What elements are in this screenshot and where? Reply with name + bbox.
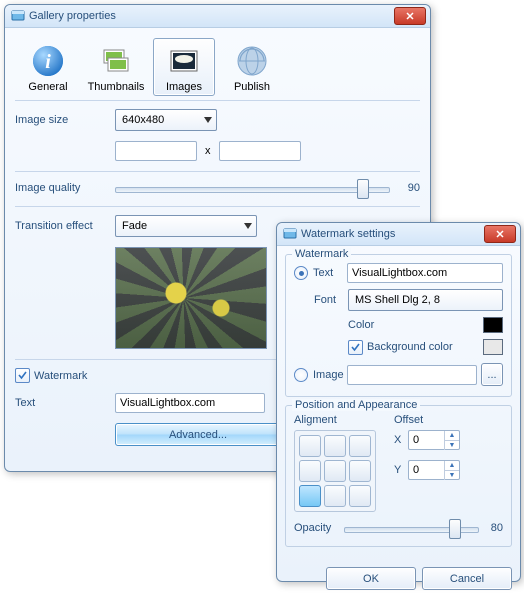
group-title: Position and Appearance xyxy=(292,399,420,411)
bgcolor-checkbox[interactable] xyxy=(348,340,363,355)
app-icon xyxy=(11,9,25,23)
watermark-settings-window: Watermark settings Watermark Text Visual… xyxy=(276,222,521,582)
text-radio[interactable] xyxy=(294,266,308,280)
close-button[interactable] xyxy=(484,225,516,243)
tab-thumbnails[interactable]: Thumbnails xyxy=(85,38,147,96)
tab-images[interactable]: Images xyxy=(153,38,215,96)
color-swatch[interactable] xyxy=(483,317,503,333)
x-label: X xyxy=(394,434,408,446)
text-radio-label: Text xyxy=(313,267,347,279)
input-value: 0 xyxy=(409,434,444,446)
transition-label: Transition effect xyxy=(15,220,115,232)
app-icon xyxy=(283,227,297,241)
watermark-text-input[interactable]: VisualLightbox.com xyxy=(115,393,265,413)
align-bl[interactable] xyxy=(299,485,321,507)
offset-label: Offset xyxy=(394,414,423,426)
offset-x-input[interactable]: 0 ▲▼ xyxy=(408,430,460,450)
align-br[interactable] xyxy=(349,485,371,507)
images-icon xyxy=(166,43,202,79)
input-value: 0 xyxy=(409,464,444,476)
opacity-slider[interactable] xyxy=(344,520,479,536)
spin-up-icon[interactable]: ▲ xyxy=(445,461,459,471)
window-title: Watermark settings xyxy=(301,228,395,240)
titlebar[interactable]: Gallery properties xyxy=(5,5,430,28)
image-radio[interactable] xyxy=(294,368,308,382)
bgcolor-label: Background color xyxy=(367,341,483,353)
position-group: Position and Appearance Aligment Offset xyxy=(285,405,512,547)
browse-button[interactable]: ... xyxy=(481,363,503,386)
align-mc[interactable] xyxy=(324,460,346,482)
advanced-button[interactable]: Advanced... xyxy=(115,423,281,446)
font-label: Font xyxy=(314,294,348,306)
info-icon: i xyxy=(30,43,66,79)
tab-label: Thumbnails xyxy=(88,81,145,93)
transition-preview xyxy=(115,247,267,349)
tab-strip: i General Thumbnails Images Pu xyxy=(15,34,420,96)
watermark-label: Watermark xyxy=(34,370,87,382)
opacity-label: Opacity xyxy=(294,522,344,534)
tab-publish[interactable]: Publish xyxy=(221,38,283,96)
watermark-group: Watermark Text VisualLightbox.com Font M… xyxy=(285,254,512,397)
input-value: VisualLightbox.com xyxy=(352,267,447,279)
tab-label: Publish xyxy=(234,81,270,93)
publish-icon xyxy=(234,43,270,79)
combo-value: MS Shell Dlg 2, 8 xyxy=(355,294,440,306)
width-input[interactable] xyxy=(115,141,197,161)
opacity-value: 80 xyxy=(479,522,503,534)
image-size-combo[interactable]: 640x480 xyxy=(115,109,217,131)
thumbnails-icon xyxy=(98,43,134,79)
svg-text:i: i xyxy=(45,51,51,73)
spin-up-icon[interactable]: ▲ xyxy=(445,431,459,441)
offset-y-input[interactable]: 0 ▲▼ xyxy=(408,460,460,480)
align-ml[interactable] xyxy=(299,460,321,482)
watermark-checkbox[interactable] xyxy=(15,368,30,383)
ok-button[interactable]: OK xyxy=(326,567,416,590)
height-input[interactable] xyxy=(219,141,301,161)
close-button[interactable] xyxy=(394,7,426,25)
alignment-label: Aligment xyxy=(294,414,394,426)
y-label: Y xyxy=(394,464,408,476)
align-tl[interactable] xyxy=(299,435,321,457)
group-title: Watermark xyxy=(292,248,351,260)
spin-down-icon[interactable]: ▼ xyxy=(445,441,459,450)
combo-value: Fade xyxy=(122,220,147,232)
image-size-label: Image size xyxy=(15,114,115,126)
tab-general[interactable]: i General xyxy=(17,38,79,96)
x-label: x xyxy=(205,145,211,157)
transition-combo[interactable]: Fade xyxy=(115,215,257,237)
tab-label: General xyxy=(28,81,67,93)
align-tr[interactable] xyxy=(349,435,371,457)
align-mr[interactable] xyxy=(349,460,371,482)
chevron-down-icon xyxy=(244,220,252,232)
quality-value: 90 xyxy=(390,182,420,194)
font-combo[interactable]: MS Shell Dlg 2, 8 xyxy=(348,289,503,311)
input-value: VisualLightbox.com xyxy=(120,397,215,409)
watermark-text-input[interactable]: VisualLightbox.com xyxy=(347,263,503,283)
bgcolor-swatch[interactable] xyxy=(483,339,503,355)
tab-label: Images xyxy=(166,81,202,93)
chevron-down-icon xyxy=(204,114,212,126)
quality-label: Image quality xyxy=(15,182,115,194)
window-title: Gallery properties xyxy=(29,10,116,22)
color-label: Color xyxy=(348,319,483,331)
quality-slider[interactable] xyxy=(115,180,390,196)
titlebar[interactable]: Watermark settings xyxy=(277,223,520,246)
align-tc[interactable] xyxy=(324,435,346,457)
text-label: Text xyxy=(15,397,115,409)
align-bc[interactable] xyxy=(324,485,346,507)
spin-down-icon[interactable]: ▼ xyxy=(445,471,459,480)
cancel-button[interactable]: Cancel xyxy=(422,567,512,590)
image-path-input[interactable] xyxy=(347,365,477,385)
image-radio-label: Image xyxy=(313,369,347,381)
combo-value: 640x480 xyxy=(122,114,164,126)
alignment-grid xyxy=(294,430,376,512)
